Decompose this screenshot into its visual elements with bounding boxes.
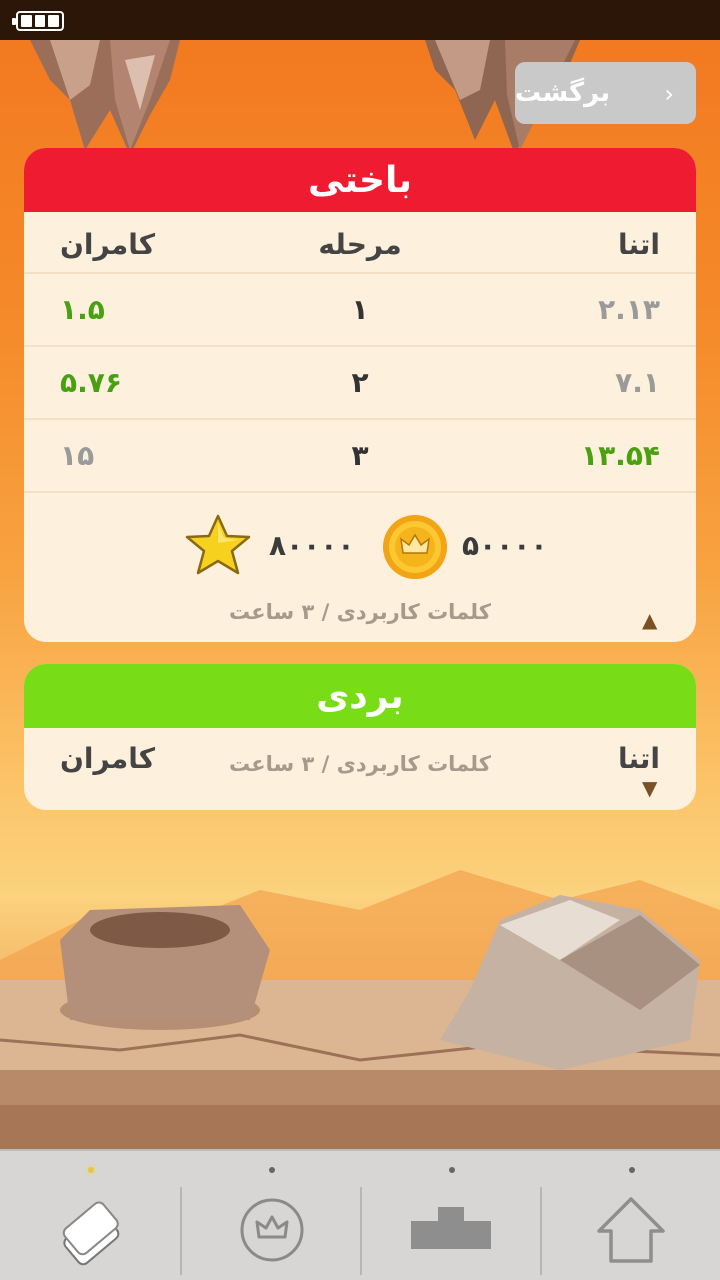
- stalactite-left-illustration: [30, 40, 180, 155]
- table-row: ۱.۵ ۱ ۲.۱۳: [24, 272, 696, 345]
- win-card-footnote: کلمات کاربردی / ۳ ساعت: [229, 752, 491, 776]
- stage-number: ۲: [351, 366, 369, 399]
- crown-coin-icon: [383, 515, 447, 579]
- podium-icon: [411, 1207, 491, 1249]
- win-card-title: بردی: [24, 664, 696, 728]
- header-stage: مرحله: [318, 228, 402, 261]
- tab-indicator-dot: [269, 1167, 275, 1173]
- right-player-score: ۷.۱: [615, 366, 660, 399]
- rewards-divider: [24, 491, 696, 493]
- back-button-label: برگشت: [515, 78, 611, 108]
- tab-cards[interactable]: [0, 1151, 180, 1280]
- chevron-left-icon: ‹: [664, 80, 674, 108]
- tab-indicator-dot: [449, 1167, 455, 1173]
- star-icon: [185, 514, 251, 575]
- coin-reward-amount: ۵۰۰۰۰: [462, 529, 548, 562]
- tab-shop[interactable]: [181, 1151, 361, 1280]
- lose-card-footnote: کلمات کاربردی / ۳ ساعت: [229, 600, 491, 624]
- tab-leaderboard[interactable]: [361, 1151, 541, 1280]
- right-player-score: ۱۳.۵۴: [581, 439, 660, 472]
- tab-indicator-dot: [629, 1167, 635, 1173]
- lose-result-card: باختی کامران مرحله اتنا ۱.۵ ۱ ۲.۱۳ ۵.۷۶ …: [24, 148, 696, 642]
- triangle-down-icon[interactable]: ▼: [642, 776, 657, 800]
- score-table-header: کامران مرحله اتنا: [24, 208, 696, 281]
- tab-home[interactable]: [541, 1151, 720, 1280]
- table-row: ۱۵ ۳ ۱۳.۵۴: [24, 418, 696, 491]
- triangle-up-icon[interactable]: ▲: [642, 608, 657, 632]
- desert-landscape-illustration: [0, 870, 720, 1150]
- home-icon: [597, 1197, 665, 1263]
- win-result-card: بردی کامران اتنا کلمات کاربردی / ۳ ساعت …: [24, 664, 696, 810]
- header-right-player: اتنا: [617, 228, 660, 261]
- back-button[interactable]: برگشت ‹: [515, 62, 696, 124]
- battery-icon: [12, 11, 64, 31]
- stage-number: ۱: [351, 293, 369, 326]
- active-indicator-dot: [88, 1167, 94, 1173]
- status-bar: [0, 0, 720, 40]
- cards-icon: [62, 1201, 120, 1266]
- crown-coin-icon: [240, 1198, 304, 1262]
- star-reward-amount: ۸۰۰۰۰: [269, 529, 355, 562]
- bottom-tab-bar: [0, 1149, 720, 1280]
- right-player-score: ۲.۱۳: [598, 293, 660, 326]
- lose-card-title: باختی: [24, 148, 696, 212]
- table-row: ۵.۷۶ ۲ ۷.۱: [24, 345, 696, 418]
- rewards-row: ۸۰۰۰۰ ۵۰۰۰۰: [24, 513, 696, 583]
